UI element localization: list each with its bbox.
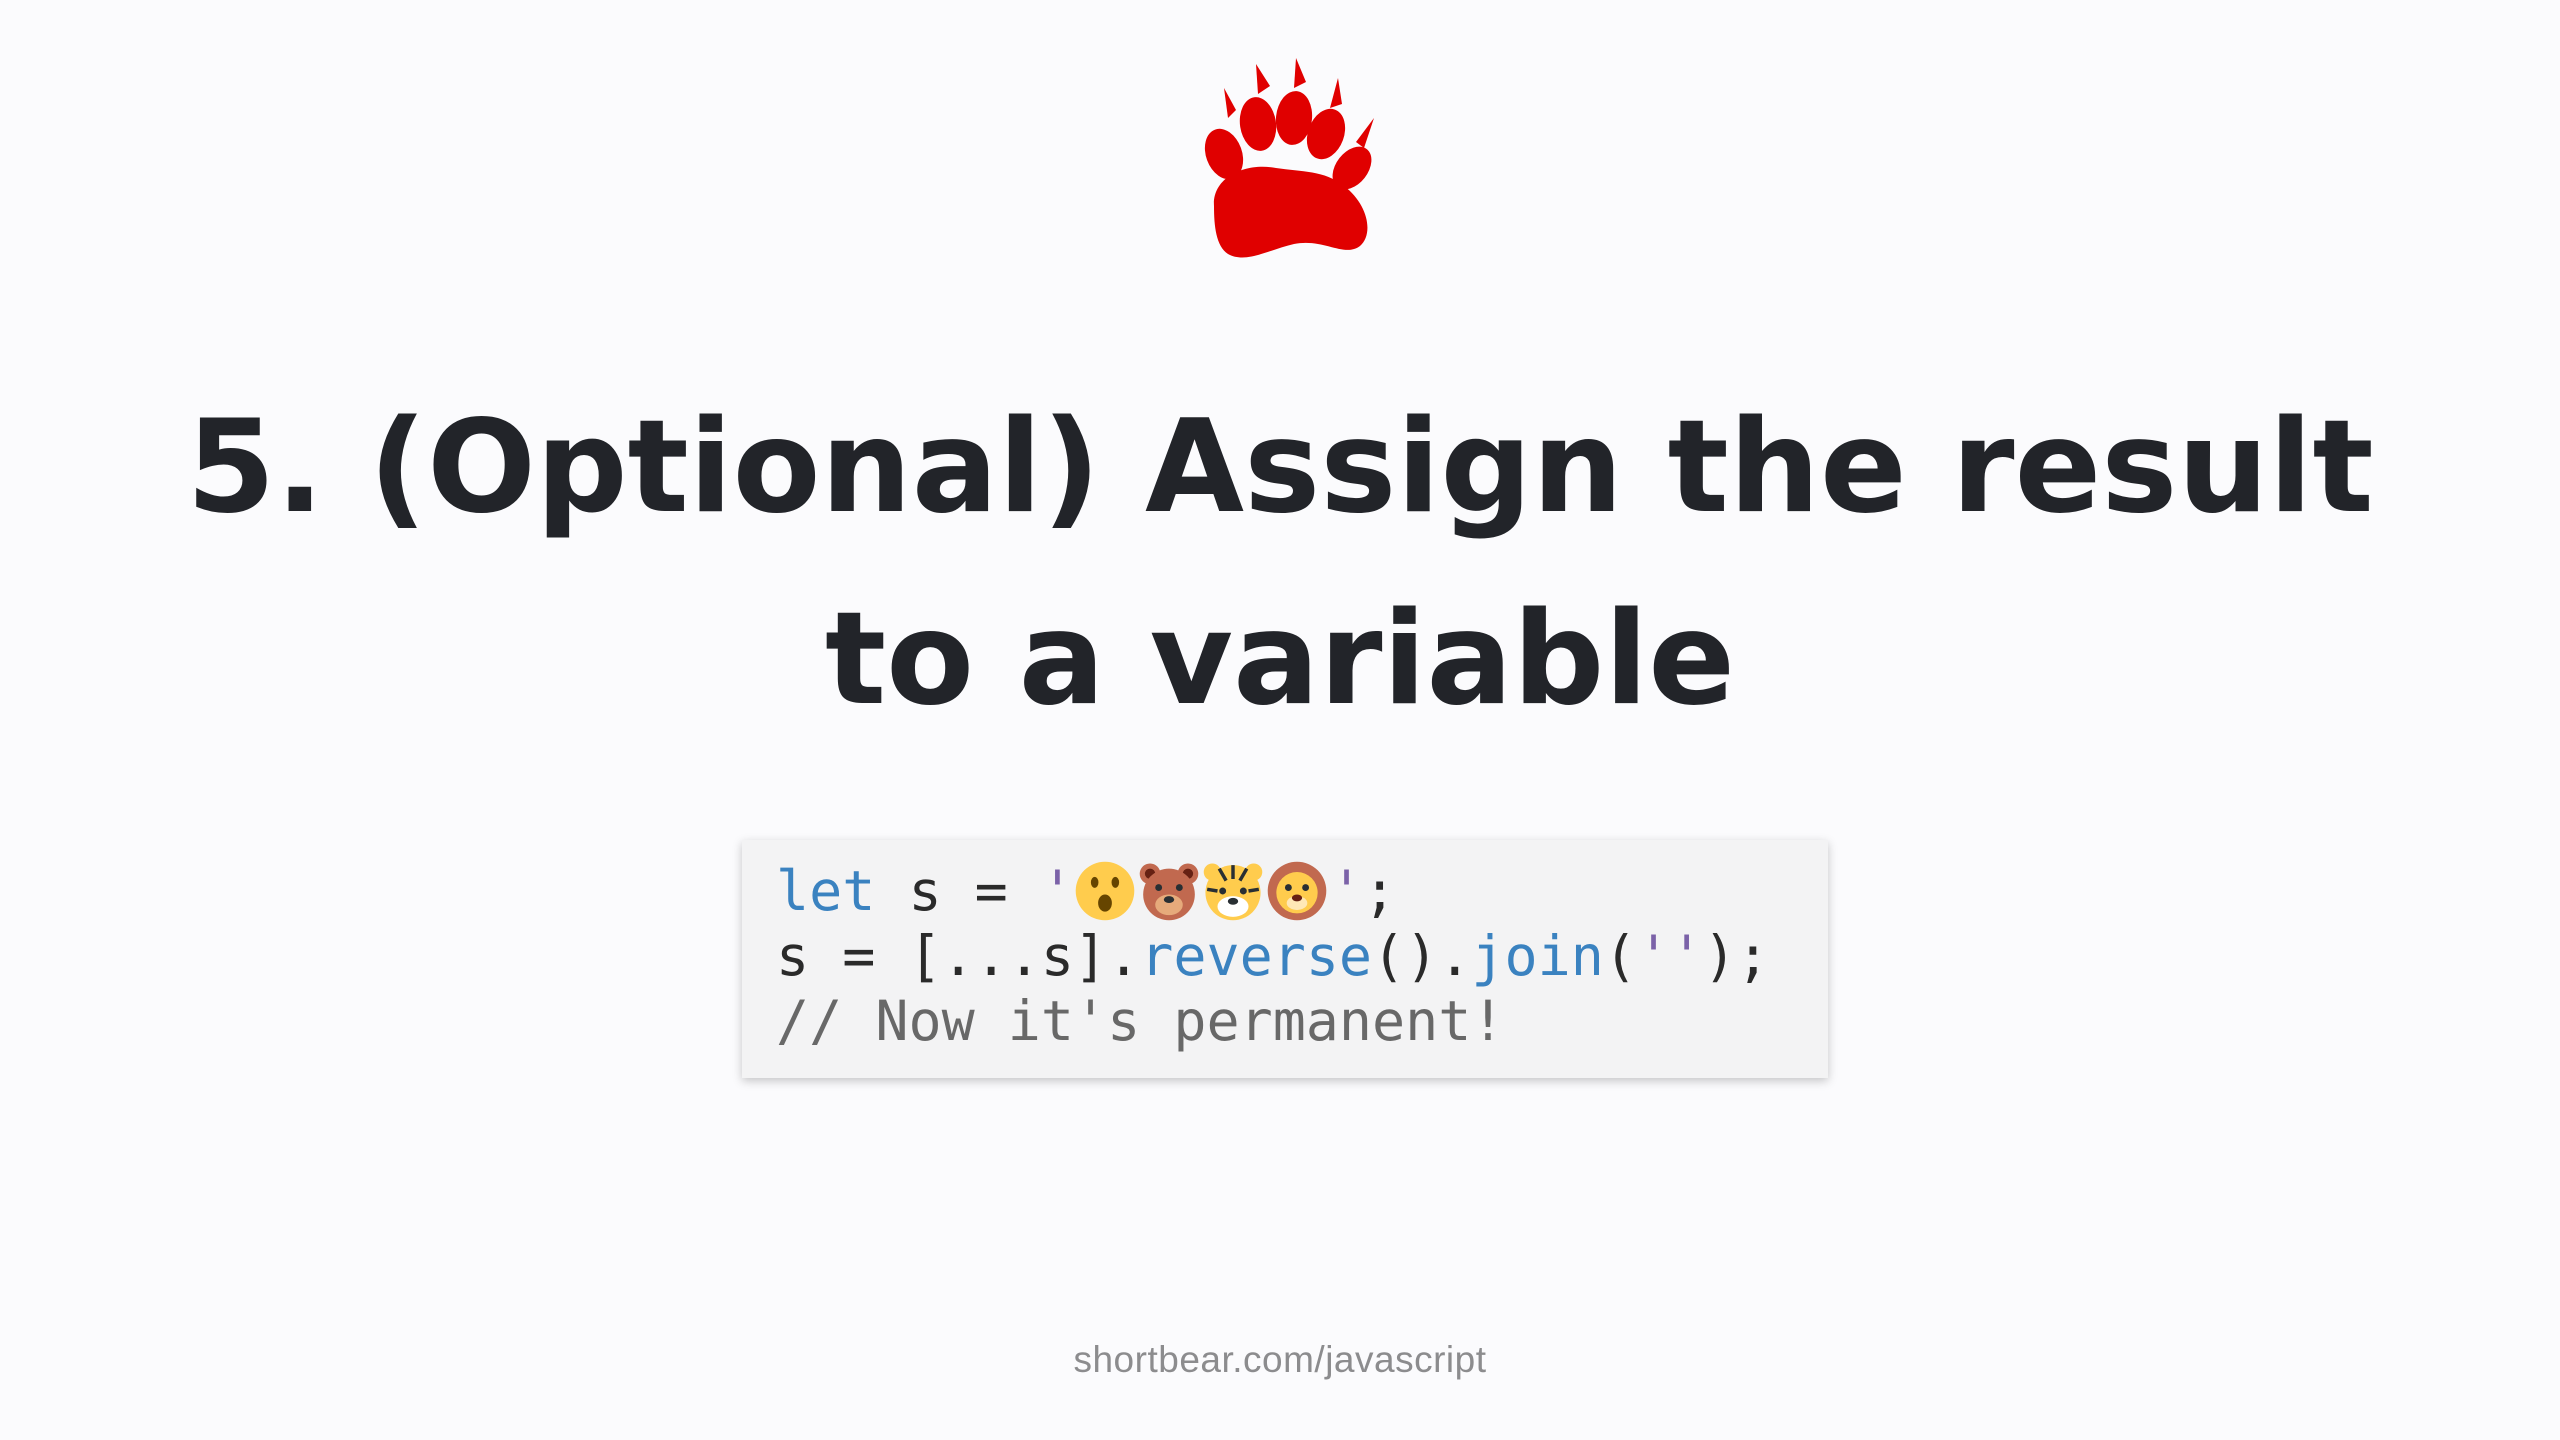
lion-face-emoji — [1266, 860, 1328, 922]
bear-face-emoji — [1138, 860, 1200, 922]
code-text: s = [...s]. — [776, 924, 1141, 988]
code-text: s = — [875, 859, 1041, 923]
code-block: let s = ' '; s = [...s].reverse().join(''… — [742, 840, 1828, 1078]
tiger-face-emoji — [1202, 860, 1264, 922]
code-line-1: let s = ' '; — [776, 859, 1828, 924]
code-comment: // Now it's permanent! — [776, 989, 1505, 1053]
face-with-open-mouth-emoji — [1074, 860, 1136, 922]
code-semicolon: ; — [1363, 859, 1397, 923]
footer-url: shortbear.com/javascript — [1073, 1339, 1487, 1380]
bear-paw-icon — [1204, 58, 1374, 258]
keyword-let: let — [776, 859, 876, 923]
string-quote-open: ' — [1040, 859, 1075, 923]
method-reverse: reverse — [1140, 924, 1373, 988]
code-text: ); — [1703, 924, 1770, 988]
code-line-2: s = [...s].reverse().join(''); — [776, 924, 1828, 989]
code-text: ( — [1603, 924, 1637, 988]
string-quote-close: ' — [1330, 859, 1364, 923]
bear-paw-logo — [1184, 58, 1380, 262]
code-line-3: // Now it's permanent! — [776, 989, 1828, 1054]
code-text: (). — [1372, 924, 1472, 988]
page-title: 5. (Optional) Assign the result to a var… — [186, 393, 2374, 734]
method-join: join — [1471, 924, 1604, 988]
string-empty: '' — [1636, 924, 1704, 988]
